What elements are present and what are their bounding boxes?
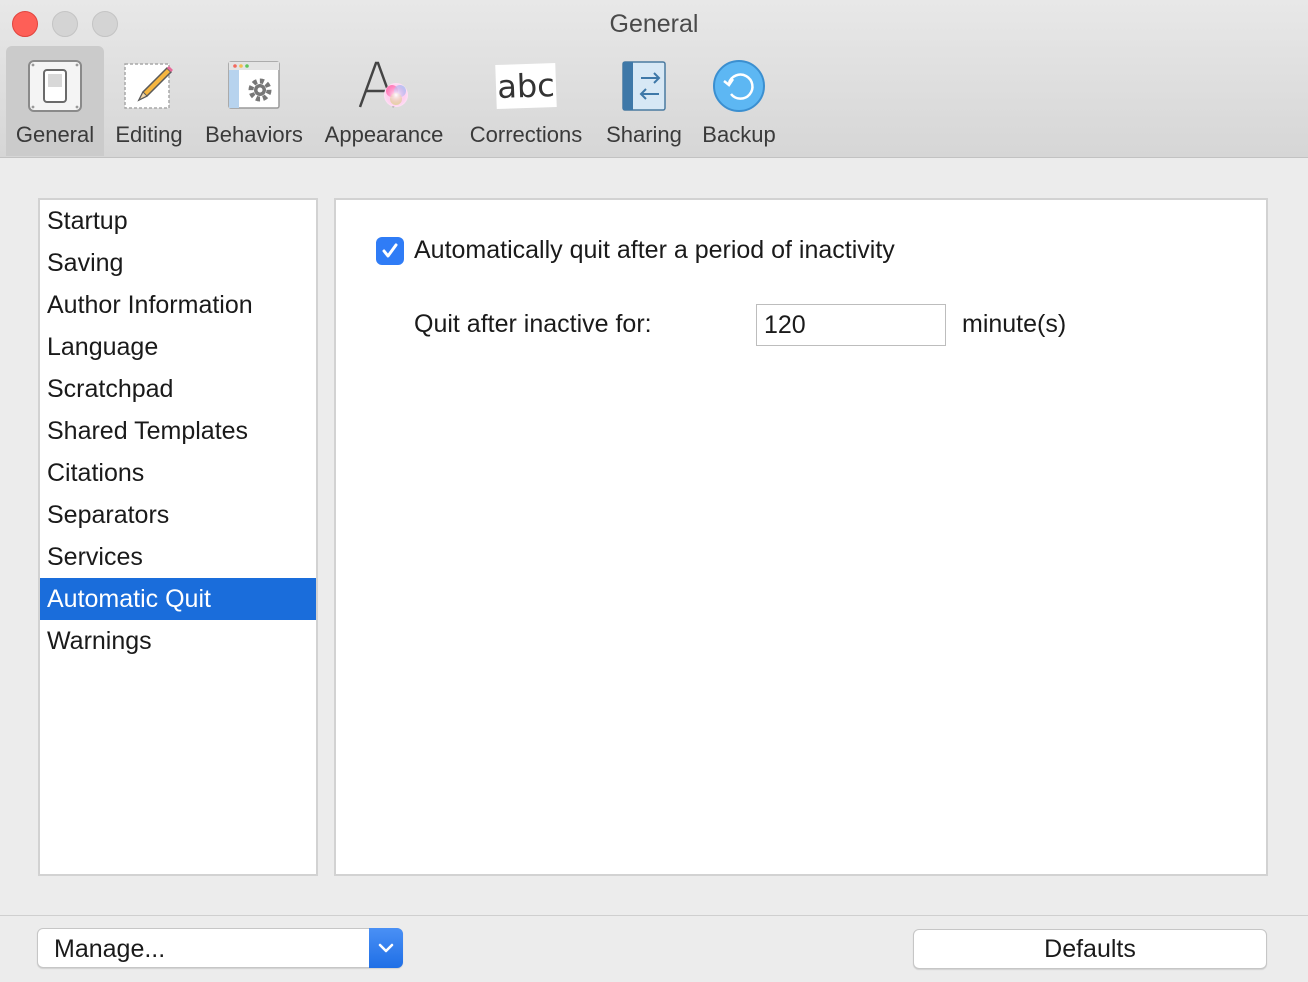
- toolbar-tab-backup[interactable]: Backup: [696, 46, 782, 156]
- gear-window-icon: [224, 56, 284, 116]
- checkmark-icon: [382, 243, 398, 258]
- toolbar-tab-editing[interactable]: Editing: [108, 46, 190, 156]
- abc-icon: abc: [495, 56, 557, 116]
- sidebar-item-warnings[interactable]: Warnings: [40, 620, 316, 662]
- sidebar-item-citations[interactable]: Citations: [40, 452, 316, 494]
- footer-divider: [0, 915, 1308, 916]
- manage-popup-label: Manage...: [54, 935, 166, 963]
- auto-quit-checkbox-label[interactable]: Automatically quit after a period of ina…: [414, 236, 895, 265]
- sidebar-item-language[interactable]: Language: [40, 326, 316, 368]
- auto-quit-checkbox[interactable]: [376, 237, 404, 265]
- title-toolbar-area: General General Editing Behaviors Appear…: [0, 0, 1308, 158]
- toolbar-tab-corrections[interactable]: abc Corrections: [460, 46, 592, 156]
- sidebar-item-scratchpad[interactable]: Scratchpad: [40, 368, 316, 410]
- chevron-down-icon: [369, 928, 403, 968]
- toolbar-tab-general[interactable]: General: [6, 46, 104, 156]
- preferences-category-list: Startup Saving Author Information Langua…: [38, 198, 318, 876]
- quit-after-label: Quit after inactive for:: [414, 310, 652, 338]
- general-switch-icon: [25, 56, 85, 116]
- abc-glyph: abc: [495, 62, 557, 110]
- quit-after-minutes-input[interactable]: [756, 304, 946, 346]
- backup-restore-icon: [709, 56, 769, 116]
- sidebar-item-automatic-quit[interactable]: Automatic Quit: [40, 578, 316, 620]
- automatic-quit-settings-panel: Automatically quit after a period of ina…: [334, 198, 1268, 876]
- toolbar-tab-label: General: [15, 122, 95, 147]
- toolbar-tab-label: Appearance: [324, 122, 444, 147]
- window-title: General: [609, 10, 699, 38]
- sidebar-item-startup[interactable]: Startup: [40, 200, 316, 242]
- toolbar-tab-label: Editing: [115, 122, 183, 147]
- toolbar-tab-label: Corrections: [469, 122, 583, 147]
- toolbar-tab-appearance[interactable]: Appearance: [318, 46, 450, 156]
- toolbar-tab-label: Backup: [702, 122, 776, 147]
- sidebar-item-services[interactable]: Services: [40, 536, 316, 578]
- pencil-icon: [119, 56, 179, 116]
- font-color-icon: [354, 56, 414, 116]
- toolbar-tab-label: Behaviors: [205, 122, 303, 147]
- preferences-window: General General Editing Behaviors Appear…: [0, 0, 1308, 982]
- toolbar-tab-behaviors[interactable]: Behaviors: [198, 46, 310, 156]
- minutes-unit-label: minute(s): [962, 310, 1067, 338]
- sidebar-item-saving[interactable]: Saving: [40, 242, 316, 284]
- sidebar-item-author-information[interactable]: Author Information: [40, 284, 316, 326]
- defaults-button[interactable]: Defaults: [913, 929, 1267, 969]
- sidebar-item-shared-templates[interactable]: Shared Templates: [40, 410, 316, 452]
- toolbar-tab-sharing[interactable]: Sharing: [600, 46, 688, 156]
- manage-popup-button[interactable]: Manage...: [37, 928, 403, 968]
- sharing-arrows-icon: [614, 56, 674, 116]
- toolbar-tab-label: Sharing: [606, 122, 682, 147]
- sidebar-item-separators[interactable]: Separators: [40, 494, 316, 536]
